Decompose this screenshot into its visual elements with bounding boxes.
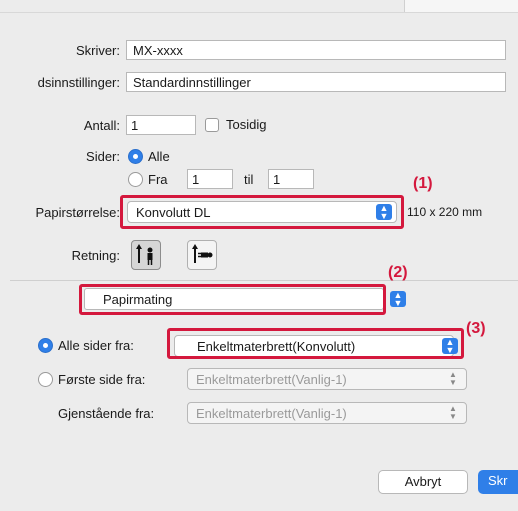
highlight-box-1 [120, 195, 404, 229]
pages-to-label: til [244, 172, 254, 187]
portrait-icon [136, 244, 153, 265]
pages-all-radio-icon[interactable] [128, 149, 143, 164]
first-page-radio-icon[interactable] [38, 372, 53, 387]
all-pages-radio-icon[interactable] [38, 338, 53, 353]
portrait-orientation-button[interactable] [131, 240, 161, 270]
pages-from-label: Fra [148, 172, 168, 187]
pages-to-input[interactable]: 1 [268, 169, 314, 189]
orientation-label: Retning: [71, 248, 120, 263]
highlight-box-2 [79, 284, 386, 315]
pages-all-label: Alle [148, 149, 170, 164]
highlight-box-3 [167, 328, 464, 359]
top-bar-right-panel [404, 0, 518, 12]
first-page-label: Første side fra: [58, 372, 146, 387]
section-chevron-updown-icon[interactable]: ▲ ▼ [390, 291, 406, 308]
all-pages-label: Alle sider fra: [58, 338, 134, 353]
presets-field[interactable]: Standardinnstillinger [126, 72, 506, 92]
pages-from-input[interactable]: 1 [187, 169, 233, 189]
copies-label: Antall: [83, 118, 120, 133]
printer-field[interactable]: MX-xxxx [126, 40, 506, 60]
copies-input[interactable]: 1 [126, 115, 196, 135]
landscape-icon [192, 244, 213, 263]
paper-size-label: Papirstørrelse: [35, 205, 120, 220]
pages-label: Sider: [86, 149, 120, 164]
first-page-chevron-updown-icon: ▲ ▼ [449, 370, 457, 387]
paper-size-dims: 110 x 220 mm [407, 205, 483, 219]
section-divider [10, 280, 518, 281]
duplex-label: Tosidig [226, 117, 267, 132]
print-button[interactable]: Skr [478, 470, 518, 494]
remaining-select[interactable]: Enkeltmaterbrett(Vanlig-1) [187, 402, 467, 424]
duplex-checkbox-icon[interactable] [205, 118, 219, 132]
printer-label: Skriver: [75, 43, 120, 58]
callout-1: (1) [413, 175, 433, 192]
landscape-orientation-button[interactable] [187, 240, 217, 270]
pages-from-radio-icon[interactable] [128, 172, 143, 187]
presets-label: dsinnstillinger: [37, 75, 120, 90]
remaining-chevron-updown-icon: ▲ ▼ [449, 404, 457, 421]
remaining-label: Gjenstående fra: [58, 406, 155, 421]
cancel-button[interactable]: Avbryt [378, 470, 468, 494]
callout-2: (2) [388, 264, 408, 281]
first-page-select[interactable]: Enkeltmaterbrett(Vanlig-1) [187, 368, 467, 390]
callout-3: (3) [466, 320, 486, 337]
print-dialog: Skriver: MX-xxxx dsinnstillinger: Standa… [0, 0, 518, 511]
